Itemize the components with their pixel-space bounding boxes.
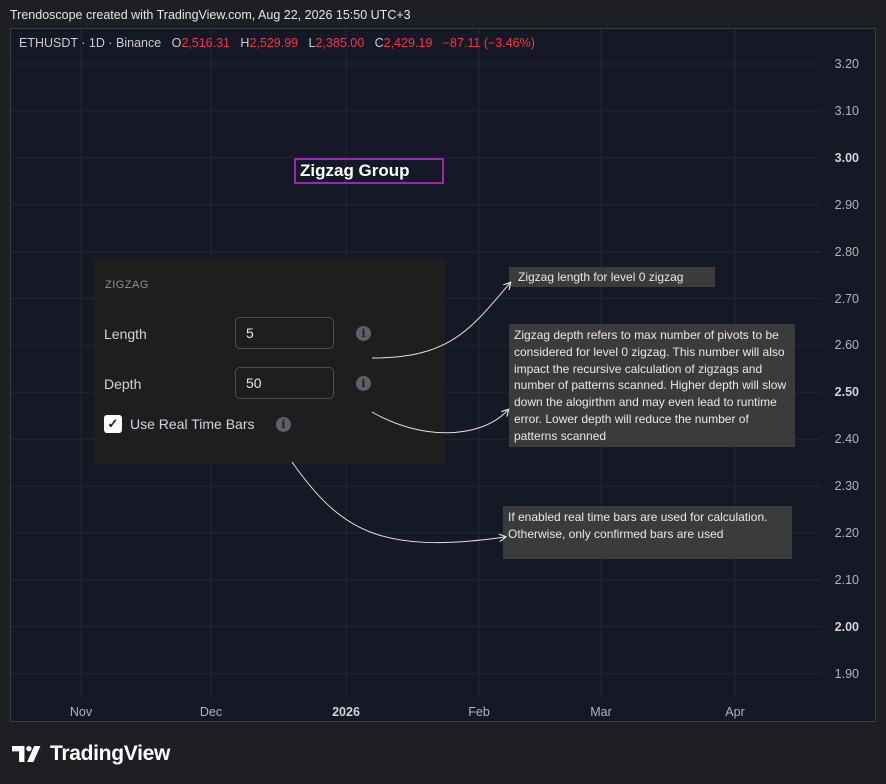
settings-panel: ZIGZAG Length i Depth i ✓ Use Real Time … [94, 258, 445, 464]
open-key: O [171, 36, 182, 50]
depth-info-icon[interactable]: i [356, 376, 371, 391]
change-value: −87.11 (−3.46%) [442, 36, 535, 50]
tradingview-logo[interactable]: TradingView [12, 742, 170, 766]
length-tooltip: Zigzag length for level 0 zigzag [509, 267, 715, 287]
price-axis-label: 2.20 [834, 526, 859, 540]
price-axis-label: 2.70 [834, 291, 859, 306]
realtime-label: Use Real Time Bars [130, 416, 255, 432]
close-key: C [374, 36, 384, 50]
close-value: 2,429.19 [383, 36, 433, 50]
group-title-box: Zigzag Group [294, 158, 444, 184]
high-value: 2,529.99 [249, 36, 299, 50]
price-axis-label: 2.60 [834, 338, 859, 353]
realtime-checkbox[interactable]: ✓ [104, 415, 122, 433]
depth-tooltip: Zigzag depth refers to max number of piv… [509, 324, 795, 447]
price-axis-label: 2.80 [834, 244, 859, 259]
price-axis-label: 1.90 [834, 666, 859, 681]
price-axis-label: 2.10 [834, 572, 859, 587]
realtime-info-icon[interactable]: i [276, 417, 291, 432]
price-axis-label: 3.00 [834, 150, 859, 165]
depth-label: Depth [104, 376, 142, 392]
time-axis-label: Apr [725, 705, 745, 719]
price-axis-label: 3.20 [834, 57, 859, 71]
chart-attribution: Trendoscope created with TradingView.com… [10, 8, 411, 22]
tradingview-brand-text: TradingView [50, 742, 171, 765]
low-value: 2,385.00 [315, 36, 365, 50]
price-axis-label: 2.90 [834, 197, 859, 212]
open-value: 2,516.31 [181, 36, 230, 50]
low-key: L [308, 36, 316, 50]
time-axis-label: Dec [199, 705, 223, 719]
length-input[interactable] [235, 317, 334, 349]
panel-heading: ZIGZAG [105, 279, 149, 291]
time-axis-label: Mar [590, 705, 612, 719]
price-axis-label: 2.30 [834, 479, 859, 494]
realtime-tooltip: If enabled real time bars are used for c… [503, 506, 792, 559]
price-axis-label: 2.00 [834, 619, 859, 634]
symbol-ohlc-legend: ETHUSDT · 1D · Binance O2,516.31 H2,529.… [19, 36, 535, 50]
tradingview-logo-icon [12, 746, 41, 762]
time-axis-label: Feb [468, 705, 490, 719]
price-axis-label: 2.50 [834, 385, 859, 400]
length-label: Length [104, 326, 147, 342]
price-axis-label: 3.10 [834, 103, 859, 118]
time-axis-label: 2026 [332, 705, 360, 719]
time-axis-label: Nov [69, 705, 93, 719]
depth-input[interactable] [235, 367, 334, 399]
price-axis-label: 2.40 [834, 432, 859, 447]
symbol-name: ETHUSDT · 1D · Binance [19, 36, 162, 50]
length-info-icon[interactable]: i [356, 326, 371, 341]
